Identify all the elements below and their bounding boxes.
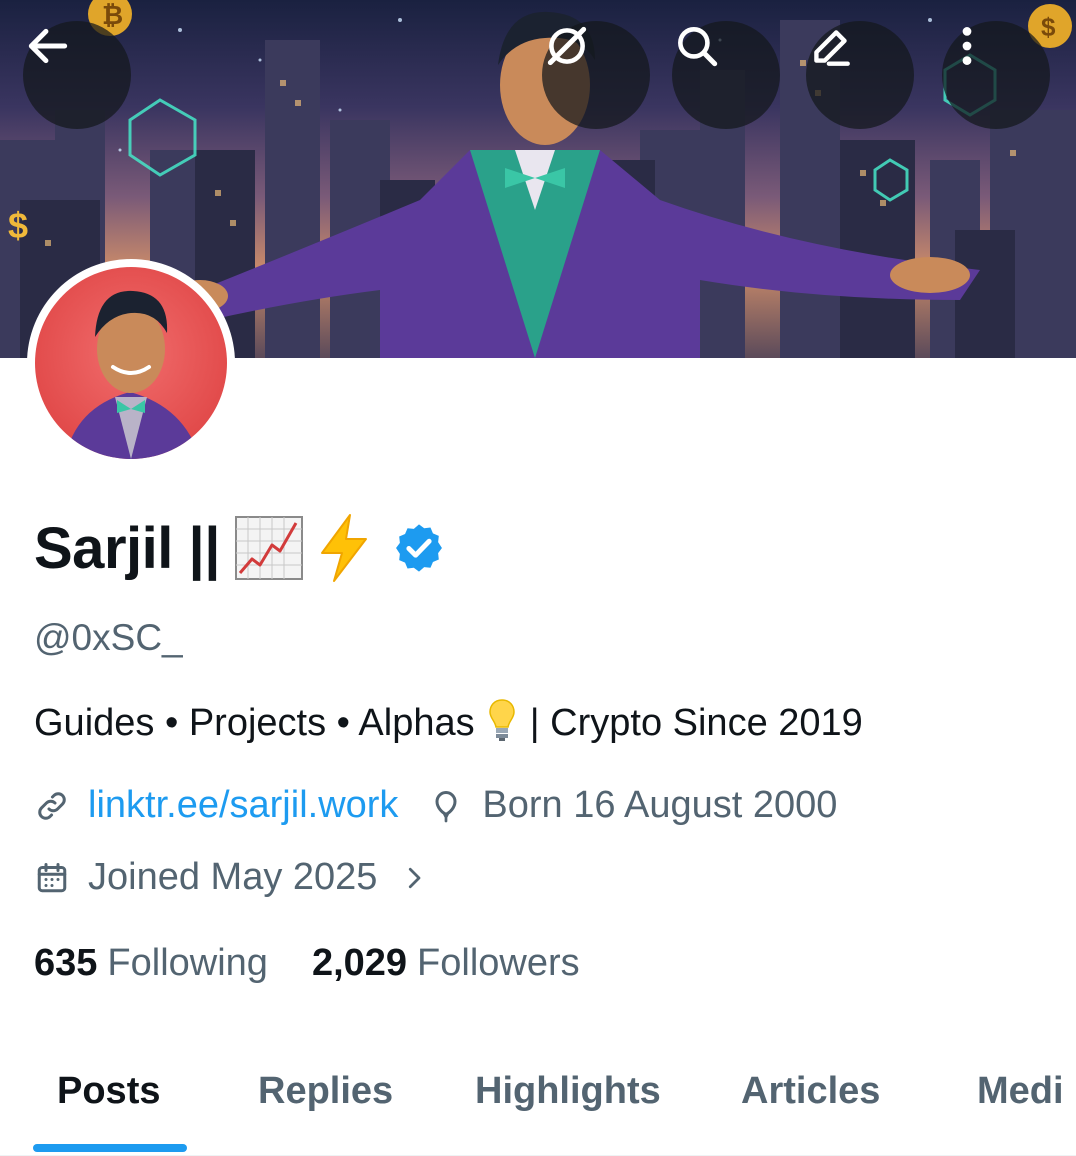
birthday-text: Born 16 August 2000 xyxy=(482,784,838,826)
profile-bio: Guides • Projects • Alphas | Crypto Sinc… xyxy=(34,697,863,745)
chart-increasing-emoji-icon xyxy=(234,516,303,580)
link-icon xyxy=(38,791,66,820)
active-tab-indicator xyxy=(33,1144,187,1152)
profile-meta-row-1: linktr.ee/sarjil.work Born 16 August 200… xyxy=(34,784,837,827)
joined-item[interactable]: Joined May 2025 xyxy=(34,856,429,899)
tab-articles[interactable]: Articles xyxy=(741,1070,880,1113)
search-button[interactable] xyxy=(672,21,780,129)
tab-media[interactable]: Medi xyxy=(977,1070,1064,1113)
profile-tabs: Posts Replies Highlights Articles Medi xyxy=(0,1040,1076,1156)
edit-icon xyxy=(814,30,850,66)
tab-replies[interactable]: Replies xyxy=(258,1070,393,1113)
chevron-right-icon xyxy=(409,867,421,888)
balloon-icon xyxy=(435,790,457,822)
search-icon xyxy=(678,27,718,67)
lightning-emoji-icon xyxy=(320,514,367,582)
verified-badge-icon xyxy=(395,524,442,572)
svg-text:$: $ xyxy=(8,205,28,246)
more-vertical-icon xyxy=(962,27,972,65)
website-link[interactable]: linktr.ee/sarjil.work xyxy=(88,784,398,827)
bio-text-part2: | Crypto Since 2019 xyxy=(529,702,863,744)
tab-posts[interactable]: Posts xyxy=(57,1070,160,1113)
profile-handle: @0xSC_ xyxy=(34,617,183,658)
arrow-left-icon xyxy=(28,28,68,64)
followers-count: 2,029 xyxy=(311,942,408,984)
svg-text:$: $ xyxy=(1041,12,1056,42)
profile-avatar[interactable] xyxy=(27,259,235,467)
display-name: Sarjil || xyxy=(34,515,220,581)
profile-meta-row-2[interactable]: Joined May 2025 xyxy=(34,856,429,899)
svg-text:₿: ₿ xyxy=(102,0,123,30)
followers-label: Followers xyxy=(417,942,580,984)
follow-stats: 635 Following 2,029 Followers xyxy=(34,942,624,985)
following-stat[interactable]: 635 Following xyxy=(34,942,268,985)
grok-button[interactable] xyxy=(542,21,650,129)
calendar-icon xyxy=(37,862,67,892)
profile-name-row: Sarjil || xyxy=(34,508,446,588)
bio-text-part1: Guides • Projects • Alphas xyxy=(34,702,475,744)
avatar-image xyxy=(35,267,227,459)
back-button[interactable] xyxy=(23,21,131,129)
following-count: 635 xyxy=(34,942,98,984)
following-label: Following xyxy=(107,942,268,984)
more-button[interactable] xyxy=(942,21,1050,129)
lightbulb-emoji-icon xyxy=(489,699,515,741)
website-item[interactable]: linktr.ee/sarjil.work xyxy=(34,784,398,827)
grok-icon xyxy=(547,26,587,66)
tab-highlights[interactable]: Highlights xyxy=(475,1070,661,1113)
edit-button[interactable] xyxy=(806,21,914,129)
joined-text: Joined May 2025 xyxy=(88,856,378,898)
followers-stat[interactable]: 2,029 Followers xyxy=(312,942,580,985)
birthday-item: Born 16 August 2000 xyxy=(428,784,837,827)
